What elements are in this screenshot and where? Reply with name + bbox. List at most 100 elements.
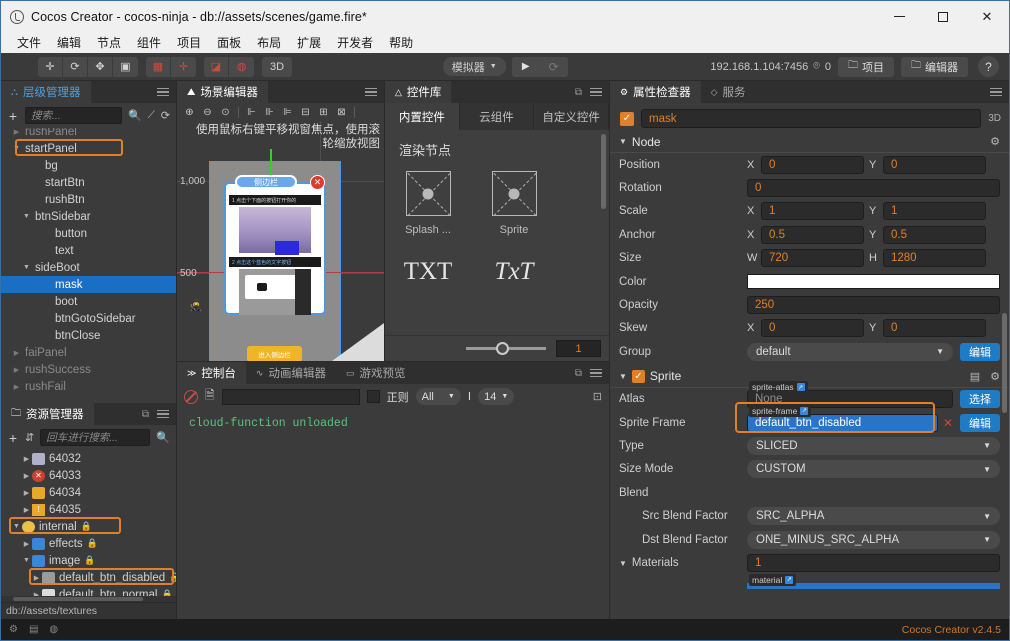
local-coord-icon[interactable]: ◪ (204, 56, 229, 77)
assets-tree[interactable]: ▶ 64032 ▶ ✕ 64033 ▶ 64034 ▶! 64035 ▼ internal 🔒 ▶ eff… (1, 450, 176, 596)
property-input-y[interactable]: 0 (883, 319, 986, 338)
pivot-tool-icon[interactable]: ▦ (146, 56, 171, 77)
zoom-in-icon[interactable]: ⊕ (181, 105, 198, 120)
external-link-icon[interactable]: ↗ (796, 383, 805, 392)
menu-item-panel[interactable]: 面板 (209, 34, 249, 51)
property-input-x[interactable]: 0 (761, 155, 864, 174)
center-tool-icon[interactable]: ✛ (171, 57, 196, 77)
add-node-button[interactable]: + (7, 108, 19, 124)
menu-item-file[interactable]: 文件 (9, 34, 49, 51)
play-button[interactable]: ▶ (512, 57, 540, 77)
select-asset-button[interactable]: 选择 (960, 390, 1000, 409)
console-menu-icon[interactable] (590, 367, 602, 380)
menu-item-edit[interactable]: 编辑 (49, 34, 89, 51)
edit-asset-button[interactable]: 编辑 (960, 413, 1000, 432)
asset-item-64034[interactable]: ▶ 64034 (1, 484, 176, 501)
tab-animation-editor[interactable]: ∿ 动画编辑器 (245, 362, 336, 384)
sprite-section-header[interactable]: ▼ ✓ Sprite ▤ ⚙ (610, 366, 1009, 388)
asset-field[interactable]: sprite-frame ↗ default_btn_disabled ✕ (747, 404, 953, 432)
tab-scene-editor[interactable]: ⛰ 场景编辑器 (177, 81, 268, 103)
hierarchy-node-text[interactable]: text (1, 242, 176, 259)
chevron-right-icon[interactable]: ▶ (11, 366, 22, 374)
rotate-tool-icon[interactable]: ⟳ (63, 56, 88, 77)
globe-icon[interactable]: ◍ (49, 624, 58, 635)
asset-item-64033[interactable]: ▶ ✕ 64033 (1, 467, 176, 484)
tab-game-preview[interactable]: ▭ 游戏预览 (335, 362, 416, 384)
console-font-size[interactable]: 14 ▼ (478, 388, 515, 405)
property-input-x[interactable]: 1 (761, 202, 864, 221)
console-output[interactable]: cloud-function unloaded (177, 409, 609, 619)
tab-assets[interactable]: 🗀 资源管理器 (1, 403, 94, 425)
sprite-enabled-checkbox[interactable]: ✓ (631, 369, 645, 383)
refresh-button[interactable]: ⟳ (540, 57, 568, 77)
hierarchy-node-btnGotoSidebar[interactable]: btnGotoSidebar (1, 310, 176, 327)
chevron-right-icon[interactable]: ▶ (21, 455, 32, 463)
property-dropdown[interactable]: ONE_MINUS_SRC_ALPHA ▼ (747, 530, 1000, 549)
align-right-icon[interactable]: ⊫ (279, 105, 296, 120)
widget-zoom-slider[interactable] (466, 342, 546, 355)
align-center-h-icon[interactable]: ⊪ (261, 105, 278, 120)
node-section-header[interactable]: ▼ Node ⚙ (610, 131, 1009, 153)
tab-builtin-widgets[interactable]: 内置控件 (385, 103, 460, 130)
preview-close-icon[interactable]: ✕ (310, 175, 325, 190)
hierarchy-node-mask[interactable]: mask (1, 276, 176, 293)
color-swatch[interactable] (747, 274, 1000, 290)
book-icon[interactable]: ▤ (970, 370, 980, 383)
zoom-out-icon[interactable]: ⊖ (199, 105, 216, 120)
scale-tool-icon[interactable]: ✥ (88, 56, 113, 77)
property-input-y[interactable]: 0 (883, 155, 986, 174)
tab-hierarchy[interactable]: ⛬ 层级管理器 (1, 81, 91, 103)
search-icon[interactable]: 🔍 (156, 431, 170, 444)
tab-console[interactable]: ≫ 控制台 (177, 362, 246, 384)
sort-icon[interactable]: ⇵ (25, 431, 34, 444)
asset-item-64032[interactable]: ▶ 64032 (1, 450, 176, 467)
asset-item-effects[interactable]: ▶ effects 🔒 (1, 535, 176, 552)
hierarchy-node-rushFail[interactable]: ▶ rushFail (1, 378, 176, 395)
chevron-right-icon[interactable]: ▶ (21, 506, 32, 514)
property-dropdown[interactable]: default ▼ (747, 342, 953, 361)
rect-tool-icon[interactable]: ▣ (113, 57, 138, 77)
close-button[interactable]: ✕ (965, 1, 1009, 32)
hierarchy-node-rushSuccess[interactable]: ▶ rushSuccess (1, 361, 176, 378)
move-tool-icon[interactable]: ✛ (38, 56, 63, 77)
filter-icon[interactable]: ⟋ (148, 110, 155, 121)
property-input-y[interactable]: 1280 (883, 249, 986, 268)
chevron-right-icon[interactable]: ▶ (11, 349, 22, 357)
open-editor-button[interactable]: 🗀 编辑器 (901, 56, 969, 77)
toggle-3d-button[interactable]: 3D (262, 57, 292, 77)
widget-item-richtext[interactable]: TxT (485, 258, 543, 286)
align-left-icon[interactable]: ⊩ (243, 105, 260, 120)
menu-item-developer[interactable]: 开发者 (329, 34, 381, 51)
hierarchy-menu-icon[interactable] (157, 86, 169, 99)
add-asset-button[interactable]: + (7, 430, 19, 446)
inspector-menu-icon[interactable] (990, 86, 1002, 99)
property-input[interactable]: 1 (747, 553, 1000, 572)
menu-item-component[interactable]: 组件 (129, 34, 169, 51)
refresh-icon[interactable]: ⟳ (161, 109, 170, 122)
file-icon[interactable]: 🗎 (205, 386, 215, 407)
align-bottom-icon[interactable]: ⊠ (333, 105, 350, 120)
gear-icon[interactable]: ⚙ (990, 135, 1000, 148)
widget-item-splash[interactable]: Splash ... (399, 171, 457, 236)
simulator-dropdown[interactable]: 模拟器 ▼ (442, 57, 506, 76)
external-link-icon[interactable]: ↗ (800, 406, 809, 415)
chevron-right-icon[interactable]: ▶ (11, 128, 22, 136)
console-level-filter[interactable]: All ▼ (415, 388, 461, 405)
menu-item-help[interactable]: 帮助 (381, 34, 421, 51)
open-project-button[interactable]: 🗀 项目 (838, 56, 895, 77)
property-dropdown[interactable]: CUSTOM ▼ (747, 460, 1000, 479)
gear-icon[interactable]: ⚙ (9, 624, 18, 635)
widget-item-sprite[interactable]: Sprite (485, 171, 543, 236)
tab-widget-library[interactable]: △ 控件库 (385, 81, 452, 103)
widget-sync-icon[interactable]: ⧉ (575, 87, 582, 98)
hierarchy-node-button[interactable]: button (1, 225, 176, 242)
widget-item-label[interactable]: TXT (399, 258, 457, 286)
hierarchy-node-faiPanel[interactable]: ▶ faiPanel (1, 344, 176, 361)
widget-zoom-value[interactable]: 1 (556, 340, 601, 357)
console-filter-input[interactable] (221, 388, 360, 405)
property-input-y[interactable]: 1 (883, 202, 986, 221)
widget-vertical-scrollbar[interactable] (601, 134, 606, 209)
asset-item-64035[interactable]: ▶! 64035 (1, 501, 176, 518)
material-asset-field[interactable]: material ↗ (747, 573, 1000, 589)
hierarchy-node-boot[interactable]: boot (1, 293, 176, 310)
